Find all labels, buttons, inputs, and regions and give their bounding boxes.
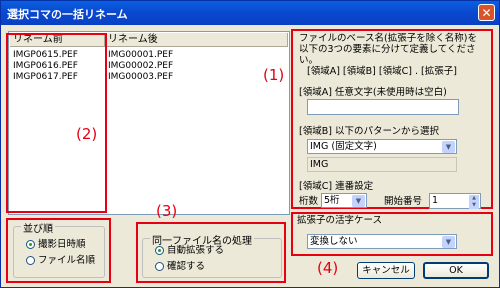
cancel-button[interactable]: キャンセル [357, 262, 415, 279]
format-line: [領域A] [領域B] [領域C] . [拡張子] [307, 66, 457, 77]
area-b-preview: IMG [307, 157, 457, 172]
ok-button[interactable]: OK [423, 262, 489, 279]
callout-label-4: (4) [317, 259, 339, 277]
row-after-name[interactable]: IMG00002.PEF [108, 61, 173, 72]
row-after-name[interactable]: IMG00003.PEF [108, 72, 173, 83]
title-bar: 選択コマの一括リネーム ✕ [1, 1, 499, 25]
callout-label-1: (1) [263, 66, 285, 84]
digits-select[interactable]: 5桁 ▼ [321, 193, 367, 208]
callout-label-3: (3) [156, 202, 178, 220]
area-b-pattern-select[interactable]: IMG (固定文字) ▼ [307, 139, 457, 154]
ext-case-value: 変換しない [310, 236, 358, 247]
start-number-spinner[interactable]: 1 ▲ ▼ [429, 193, 481, 209]
digits-label: 桁数 [299, 196, 319, 207]
callout-label-2: (2) [76, 125, 98, 143]
callout-box-2b [6, 218, 111, 283]
row-after-name[interactable]: IMG00001.PEF [108, 50, 173, 61]
dropdown-arrow-icon: ▼ [442, 236, 455, 248]
callout-box-2 [6, 33, 107, 213]
window-title: 選択コマの一括リネーム [7, 8, 128, 21]
area-c-label: [領域C] 連番設定 [299, 181, 374, 192]
rename-description: ファイルのベース名(拡張子を除く名称)を以下の3つの要素に分けて定義してください… [299, 33, 477, 66]
callout-box-3 [136, 222, 286, 283]
dropdown-arrow-icon: ▼ [352, 195, 365, 207]
ext-case-select[interactable]: 変換しない ▼ [307, 234, 457, 249]
column-header-after[interactable]: リネーム後 [105, 33, 288, 47]
area-b-label: [領域B] 以下のパターンから選択 [299, 126, 439, 137]
area-a-label: [領域A] 任意文字(未使用時は空白) [299, 87, 447, 98]
start-number-label: 開始番号 [384, 196, 423, 207]
area-b-selected-value: IMG (固定文字) [310, 141, 377, 152]
area-a-input[interactable] [307, 99, 459, 115]
start-number-value: 1 [432, 195, 439, 206]
digits-value: 5桁 [324, 195, 340, 206]
rename-dialog: 選択コマの一括リネーム ✕ リネーム前 リネーム後 IMGP0615.PEF I… [0, 0, 500, 288]
ext-case-label: 拡張子の活字ケース [297, 215, 383, 226]
close-button[interactable]: ✕ [478, 4, 495, 21]
dropdown-arrow-icon: ▼ [442, 141, 455, 153]
spinner-arrows-icon[interactable]: ▲ ▼ [469, 195, 479, 209]
